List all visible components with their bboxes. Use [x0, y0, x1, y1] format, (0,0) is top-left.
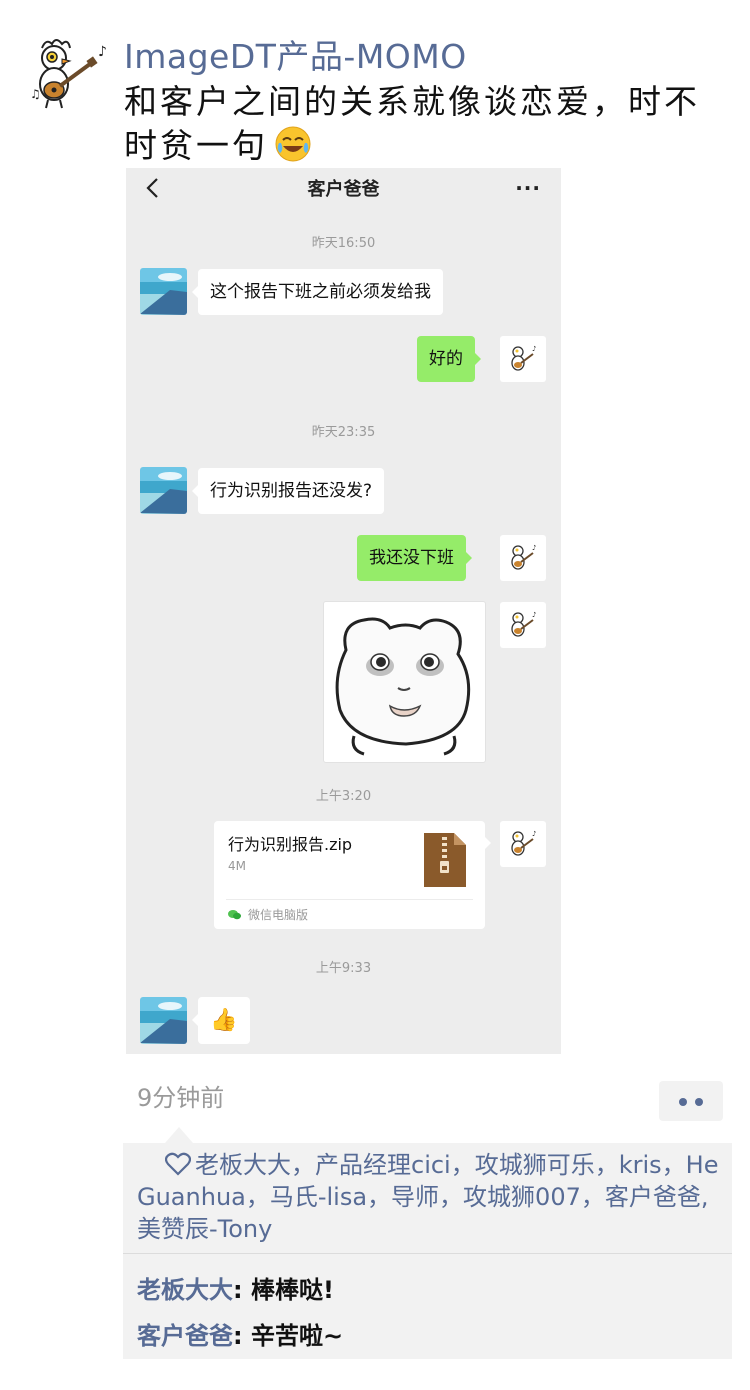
svg-text:♪: ♪	[532, 544, 536, 552]
user-avatar: ♪	[500, 336, 546, 382]
contact-avatar	[140, 997, 187, 1044]
zip-file-icon	[424, 833, 466, 887]
comment-separator: :	[233, 1276, 251, 1304]
comment-author[interactable]: 客户爸爸	[137, 1322, 233, 1350]
sticker-message	[323, 601, 486, 763]
more-dots-icon: ···	[515, 176, 541, 200]
more-dot	[695, 1098, 703, 1106]
comment-text: 辛苦啦~	[250, 1322, 344, 1350]
message-bubble: 这个报告下班之前必须发给我	[192, 269, 443, 315]
message-bubble: 好的	[417, 336, 481, 382]
svg-text:♪: ♪	[532, 830, 536, 838]
comment-text: 棒棒哒!	[250, 1276, 334, 1304]
chat-title: 客户爸爸	[307, 179, 380, 200]
svg-text:♫: ♫	[30, 87, 41, 101]
svg-text:♪: ♪	[532, 345, 536, 353]
likes-names[interactable]: 老板大大，产品经理cici，攻城狮可乐，kris，He Guanhua，马氏-l…	[137, 1151, 718, 1243]
chat-timestamp: 上午3:20	[315, 789, 372, 804]
user-avatar: ♪	[500, 602, 546, 648]
likes-list[interactable]: 老板大大，产品经理cici，攻城狮可乐，kris，He Guanhua，马氏-l…	[137, 1149, 727, 1245]
file-message-card[interactable]: 行为识别报告.zip 4M 微信电脑版	[214, 821, 491, 929]
user-avatar: ♪	[500, 535, 546, 581]
sticker-face-icon	[335, 617, 471, 756]
user-avatar: ♪	[500, 821, 546, 867]
likes-section: 老板大大，产品经理cici，攻城狮可乐，kris，He Guanhua，马氏-l…	[123, 1143, 732, 1253]
chat-timestamp: 昨天23:35	[311, 425, 376, 440]
file-card-divider	[226, 899, 473, 900]
chat-nav-bar: 客户爸爸 ···	[126, 168, 561, 208]
post-text: 和客户之间的关系就像谈恋爱，时不时贫一句	[124, 80, 724, 168]
more-dot	[679, 1098, 687, 1106]
chat-screenshot[interactable]: 客户爸爸 ··· 昨天16:50 这个报告下班之前必须发给我 好的 ♪ 昨天23…	[126, 168, 561, 1054]
contact-avatar	[140, 467, 187, 514]
message-bubble: 行为识别报告还没发?	[191, 468, 385, 514]
post-time: 9分钟前	[137, 1084, 225, 1112]
heart-icon	[165, 1152, 191, 1176]
svg-text:♪: ♪	[98, 44, 107, 60]
more-button[interactable]	[659, 1081, 723, 1121]
author-avatar[interactable]: ♪ ♫	[24, 34, 114, 112]
comment-item[interactable]: 老板大大: 棒棒哒!	[137, 1270, 334, 1305]
file-size: 4M	[228, 859, 246, 873]
svg-text:♪: ♪	[532, 611, 536, 619]
likes-pointer	[165, 1127, 193, 1143]
contact-avatar	[140, 268, 187, 315]
thumbs-up-icon: 👍	[192, 997, 250, 1044]
wechat-pc-icon	[228, 910, 241, 920]
comment-author[interactable]: 老板大大	[137, 1276, 233, 1304]
file-source: 微信电脑版	[248, 908, 309, 922]
laughing-crying-emoji-icon	[274, 125, 312, 163]
file-name: 行为识别报告.zip	[228, 835, 353, 854]
chat-timestamp: 上午9:33	[315, 961, 372, 976]
post-text-content: 和客户之间的关系就像谈恋爱，时不时贫一句	[124, 82, 700, 165]
comments-section: 老板大大: 棒棒哒! 客户爸爸: 辛苦啦~	[123, 1253, 732, 1359]
chat-timestamp: 昨天16:50	[311, 236, 376, 251]
author-name[interactable]: ImageDT产品-MOMO	[124, 30, 467, 78]
comment-separator: :	[233, 1322, 251, 1350]
rooster-guitar-icon: ♪ ♫	[30, 39, 107, 109]
message-bubble: 我还没下班	[357, 535, 472, 581]
comment-item[interactable]: 客户爸爸: 辛苦啦~	[137, 1316, 343, 1351]
